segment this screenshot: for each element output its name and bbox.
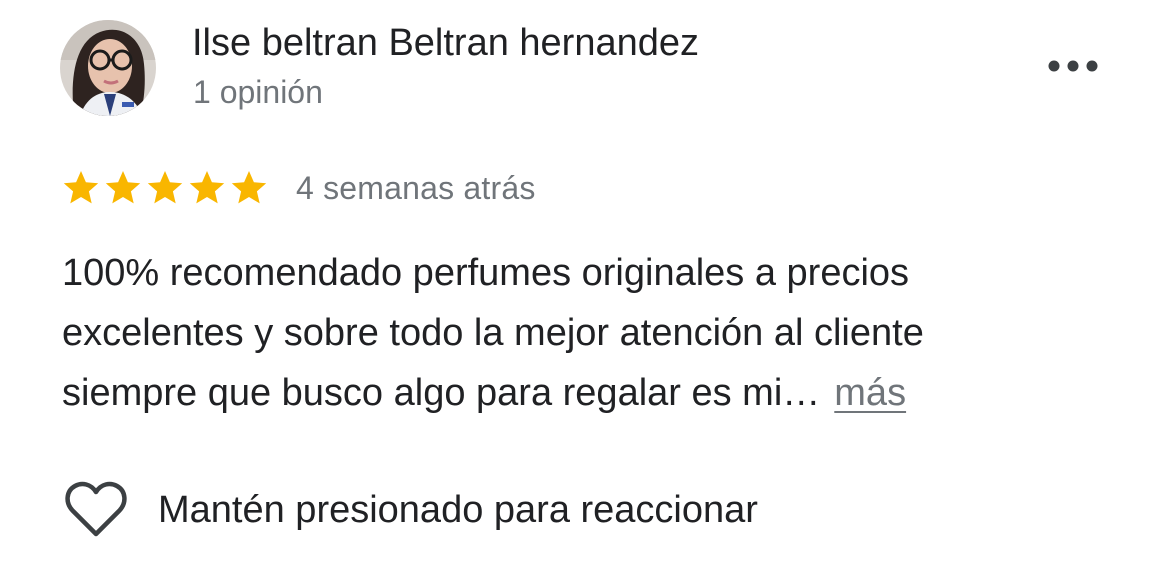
reaction-hint: Mantén presionado para reaccionar: [158, 488, 758, 531]
more-options-button[interactable]: [1040, 46, 1106, 86]
star-rating: [62, 169, 268, 207]
star-icon: [231, 171, 267, 204]
rating-row: 4 semanas atrás: [62, 166, 536, 210]
avatar[interactable]: [60, 20, 156, 116]
author-review-count: 1 opinión: [193, 74, 323, 110]
review-card: Ilse beltran Beltran hernandez 1 opinión…: [0, 0, 1170, 588]
review-body: 100% recomendado perfumes originales a p…: [62, 252, 924, 414]
heart-outline-icon: [65, 481, 127, 537]
star-icon: [147, 171, 183, 204]
review-text: 100% recomendado perfumes originales a p…: [62, 243, 1102, 423]
star-icon: [105, 171, 141, 204]
more-horizontal-icon: [1048, 60, 1098, 72]
star-icon: [189, 171, 225, 204]
author-name[interactable]: Ilse beltran Beltran hernandez: [192, 20, 699, 66]
star-icon: [63, 171, 99, 204]
read-more-link[interactable]: más: [834, 372, 906, 414]
react-button[interactable]: Mantén presionado para reaccionar: [64, 478, 758, 542]
avatar-photo: [60, 20, 156, 116]
review-date: 4 semanas atrás: [296, 169, 536, 206]
